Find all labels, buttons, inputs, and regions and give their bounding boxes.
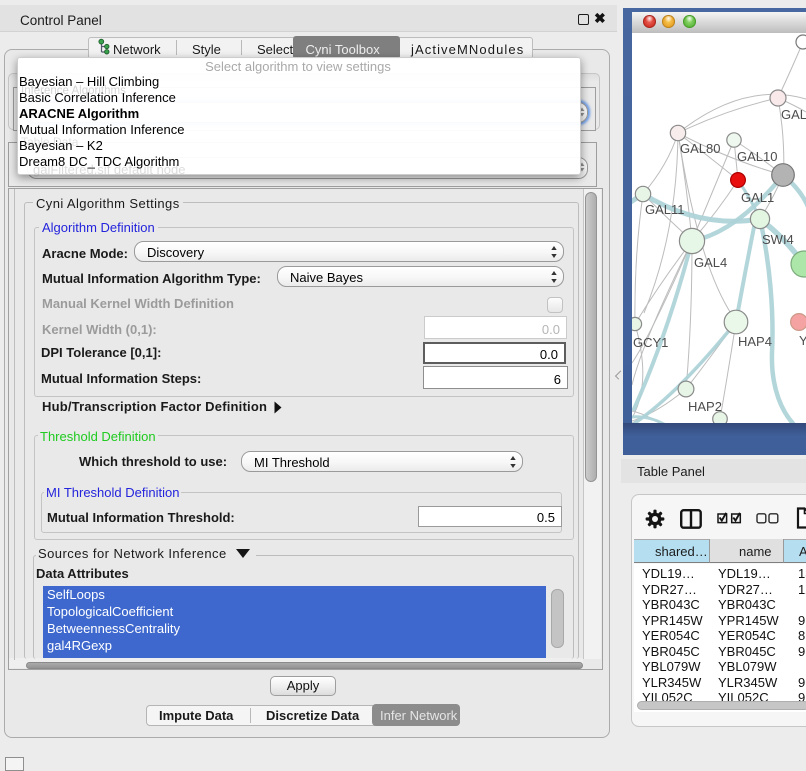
svg-text:GAL1: GAL1 bbox=[741, 190, 774, 205]
svg-text:HAP2: HAP2 bbox=[688, 399, 722, 414]
svg-text:GAL80: GAL80 bbox=[680, 141, 720, 156]
svg-text:SWI4: SWI4 bbox=[762, 232, 794, 247]
svg-text:YEL: YEL bbox=[799, 333, 806, 348]
svg-text:GAL11: GAL11 bbox=[645, 202, 685, 217]
svg-text:GAL2: GAL2 bbox=[781, 107, 806, 122]
svg-text:GCY1: GCY1 bbox=[633, 335, 668, 350]
svg-text:GAL10: GAL10 bbox=[737, 149, 777, 164]
svg-text:HAP4: HAP4 bbox=[738, 334, 772, 349]
svg-text:GAL4: GAL4 bbox=[694, 255, 727, 270]
